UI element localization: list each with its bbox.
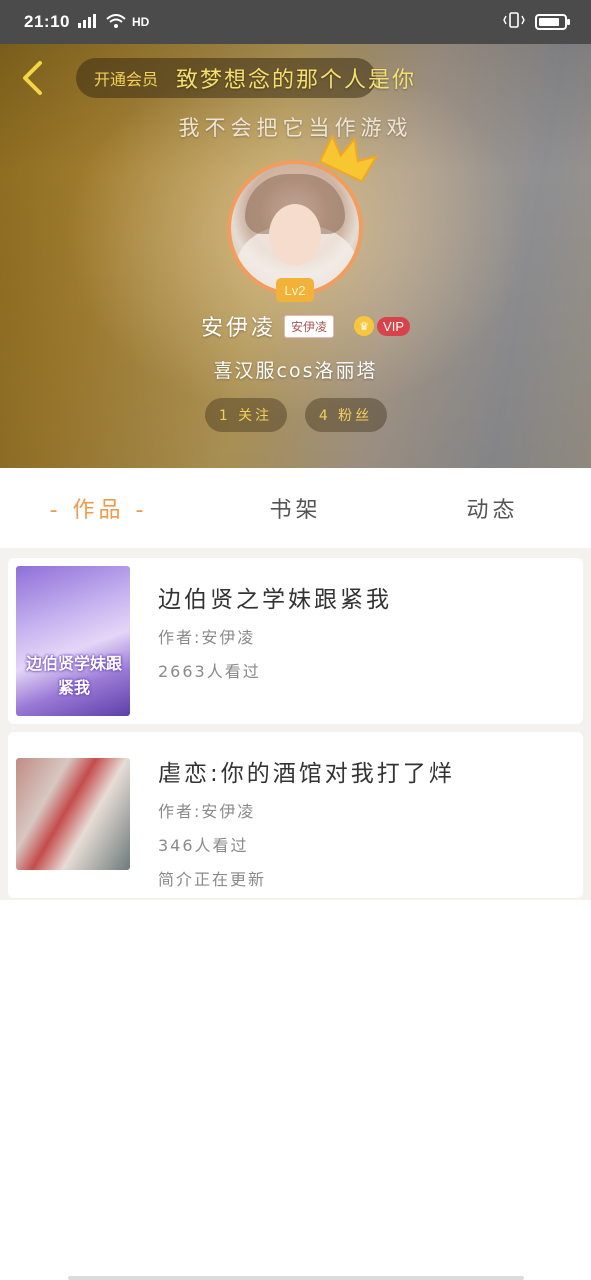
user-bio: 喜汉服cos洛丽塔: [213, 360, 378, 382]
followers-button[interactable]: 4 粉丝: [304, 398, 387, 432]
battery-icon: [535, 14, 570, 30]
cover-title: 边伯贤学妹跟紧我: [25, 654, 122, 697]
level-badge: Lv2: [276, 278, 314, 302]
profile-tabs: - 作品 - 书架 动态: [0, 468, 591, 548]
stats-row: 1 关注 4 粉丝: [0, 398, 591, 432]
vibrate-icon: [503, 11, 525, 33]
vip-banner-label: 开通会员: [94, 70, 159, 89]
chevron-left-icon: [23, 61, 42, 95]
name-row: 安伊凌 安伊凌 ♛ VIP: [0, 310, 591, 342]
clock: 21:10: [24, 12, 70, 31]
user-signature: 我不会把它当作游戏: [178, 116, 413, 140]
hd-label: HD: [131, 15, 150, 29]
username: 安伊凌: [201, 316, 277, 341]
cellular-signal-icon: [77, 13, 100, 31]
following-button[interactable]: 1 关注: [204, 398, 287, 432]
book-intro: 简介正在更新: [158, 870, 267, 889]
works-list: 边伯贤学妹跟紧我 边伯贤之学妹跟紧我 作者:安伊凌 2663人看过 虐恋:你的酒…: [0, 548, 591, 900]
vip-badge[interactable]: ♛ VIP: [354, 316, 410, 336]
tab-bookshelf[interactable]: 书架: [197, 492, 394, 524]
name-sticker: 安伊凌: [284, 314, 335, 338]
book-views: 2663人看过: [158, 662, 261, 681]
marquee-title: 致梦想念的那个人是你: [176, 68, 417, 93]
book-card[interactable]: 边伯贤学妹跟紧我 边伯贤之学妹跟紧我 作者:安伊凌 2663人看过: [8, 558, 583, 724]
home-indicator[interactable]: [68, 1276, 524, 1280]
book-author: 作者:安伊凌: [158, 628, 256, 647]
book-views: 346人看过: [158, 836, 249, 855]
book-author: 作者:安伊凌: [158, 802, 256, 821]
tab-activity[interactable]: 动态: [394, 492, 591, 524]
book-title: 虐恋:你的酒馆对我打了烊: [158, 761, 455, 787]
tab-works[interactable]: - 作品 -: [0, 492, 197, 524]
vip-crown-icon: ♛: [354, 316, 375, 336]
book-card[interactable]: 虐恋:你的酒馆对我打了烊 作者:安伊凌 346人看过 简介正在更新: [8, 732, 583, 898]
book-title: 边伯贤之学妹跟紧我: [158, 587, 392, 613]
crown-icon: [318, 134, 379, 183]
book-cover: [16, 758, 130, 870]
book-cover: 边伯贤学妹跟紧我: [16, 566, 130, 716]
wifi-icon: [106, 13, 126, 31]
profile-header: 开通会员 致梦想念的那个人是你 我不会把它当作游戏 Lv2 安伊凌 安伊凌 ♛ …: [0, 44, 591, 468]
vip-text: VIP: [377, 316, 410, 336]
status-bar: 21:10 HD: [0, 0, 591, 44]
back-button[interactable]: [14, 58, 50, 98]
